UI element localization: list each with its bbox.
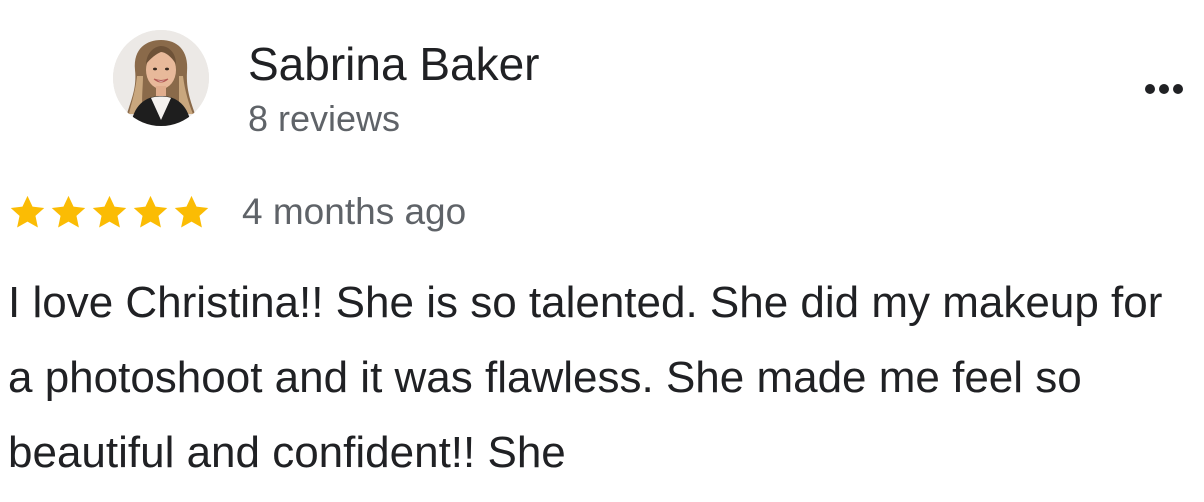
review-time: 4 months ago bbox=[242, 191, 467, 232]
star-icon bbox=[8, 193, 47, 233]
star-icon bbox=[131, 193, 170, 233]
reviewer-name[interactable]: Sabrina Baker bbox=[248, 36, 540, 92]
star-rating bbox=[8, 193, 211, 233]
more-options-button[interactable] bbox=[1138, 72, 1190, 106]
more-horizontal-icon bbox=[1145, 84, 1183, 94]
star-icon bbox=[90, 193, 129, 233]
avatar-photo bbox=[113, 30, 209, 126]
review-count[interactable]: 8 reviews bbox=[248, 95, 400, 143]
avatar[interactable] bbox=[113, 30, 209, 126]
review-text: I love Christina!! She is so talented. S… bbox=[8, 278, 1163, 477]
star-icon bbox=[49, 193, 88, 233]
star-icon bbox=[172, 193, 211, 233]
